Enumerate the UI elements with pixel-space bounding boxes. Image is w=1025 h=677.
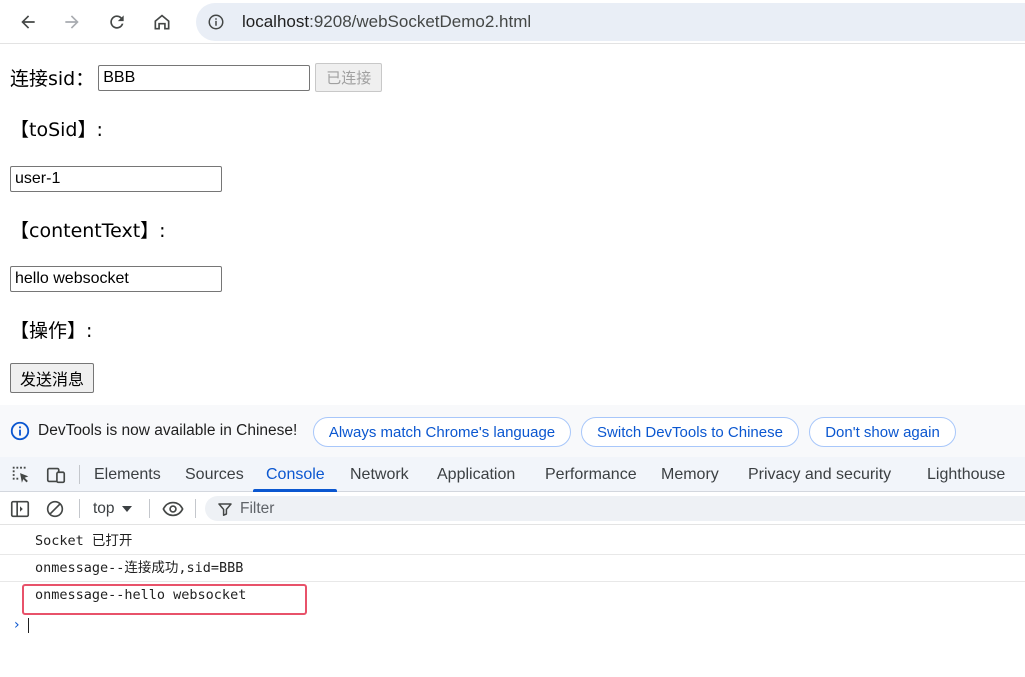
tosid-label: 【toSid】: — [10, 119, 103, 141]
clear-console-icon[interactable] — [44, 498, 66, 520]
action-label: 【操作】: — [10, 320, 93, 342]
url-host: localhost — [242, 12, 310, 31]
tosid-input[interactable] — [10, 166, 222, 192]
toolbar-separator — [79, 499, 80, 518]
tab-privacy-security[interactable]: Privacy and security — [748, 457, 891, 492]
tab-memory[interactable]: Memory — [661, 457, 719, 492]
content-label: 【contentText】: — [10, 220, 166, 242]
url-path: :9208/webSocketDemo2.html — [309, 12, 532, 31]
text-cursor — [27, 617, 29, 633]
console-toolbar: top Filter — [0, 492, 1025, 525]
sid-label: 连接sid： — [10, 68, 95, 90]
arrow-left-icon — [21, 15, 35, 29]
toolbar-separator — [195, 499, 196, 518]
console-message: onmessage--连接成功,sid=BBB — [0, 555, 1025, 582]
device-toolbar-icon[interactable] — [45, 464, 67, 486]
console-message: Socket 已打开 — [0, 528, 1025, 555]
context-selector[interactable]: top — [93, 498, 133, 520]
connect-button[interactable]: 已连接 — [315, 63, 383, 92]
sid-input[interactable] — [98, 64, 311, 91]
forward-button[interactable] — [56, 6, 88, 38]
highlight-annotation-box — [22, 584, 307, 615]
browser-toolbar: localhost:9208/webSocketDemo2.html — [0, 0, 1025, 44]
home-icon — [154, 14, 170, 30]
prompt-chevron-icon: › — [14, 617, 20, 633]
tab-application[interactable]: Application — [437, 457, 515, 492]
tab-sources[interactable]: Sources — [185, 457, 244, 492]
arrow-right-icon — [65, 15, 79, 29]
sid-row: 连接sid： 已连接 — [10, 63, 383, 92]
info-circle-icon — [208, 14, 224, 30]
page-content: 连接sid： 已连接 【toSid】: 【contentText】: 【操作】:… — [0, 49, 1025, 405]
toolbar-separator — [149, 499, 150, 518]
inspect-element-icon[interactable] — [10, 464, 32, 486]
address-bar[interactable]: localhost:9208/webSocketDemo2.html — [196, 3, 1025, 41]
devtools-language-infobar: DevTools is now available in Chinese! Al… — [0, 405, 1025, 457]
tab-lighthouse[interactable]: Lighthouse — [927, 457, 1005, 492]
url-text: localhost:9208/webSocketDemo2.html — [242, 12, 531, 32]
dropdown-caret-icon — [121, 506, 132, 512]
tab-elements[interactable]: Elements — [94, 457, 161, 492]
tab-console[interactable]: Console — [266, 457, 325, 492]
always-match-language-button[interactable]: Always match Chrome's language — [313, 417, 571, 447]
tab-separator — [79, 465, 80, 484]
console-prompt[interactable]: › — [14, 614, 44, 636]
sidebar-toggle-icon[interactable] — [9, 498, 31, 520]
back-button[interactable] — [12, 6, 44, 38]
devtools-tab-bar: Elements Sources Console Network Applica… — [0, 457, 1025, 492]
send-message-button[interactable]: 发送消息 — [10, 363, 95, 393]
switch-to-chinese-button[interactable]: Switch DevTools to Chinese — [581, 417, 799, 447]
console-filter-input[interactable]: Filter — [205, 496, 1025, 521]
filter-placeholder: Filter — [240, 499, 275, 517]
tab-network[interactable]: Network — [350, 457, 409, 492]
filter-funnel-icon — [218, 502, 232, 516]
site-info-button[interactable] — [198, 3, 234, 41]
info-icon — [10, 421, 30, 441]
reload-button[interactable] — [101, 6, 133, 38]
home-button[interactable] — [146, 6, 178, 38]
reload-icon — [110, 15, 124, 29]
infobar-message: DevTools is now available in Chinese! — [38, 422, 298, 439]
live-expression-eye-icon[interactable] — [161, 498, 185, 520]
dont-show-again-button[interactable]: Don't show again — [809, 417, 956, 447]
tab-performance[interactable]: Performance — [545, 457, 637, 492]
content-input[interactable] — [10, 266, 222, 292]
context-label: top — [93, 500, 115, 517]
